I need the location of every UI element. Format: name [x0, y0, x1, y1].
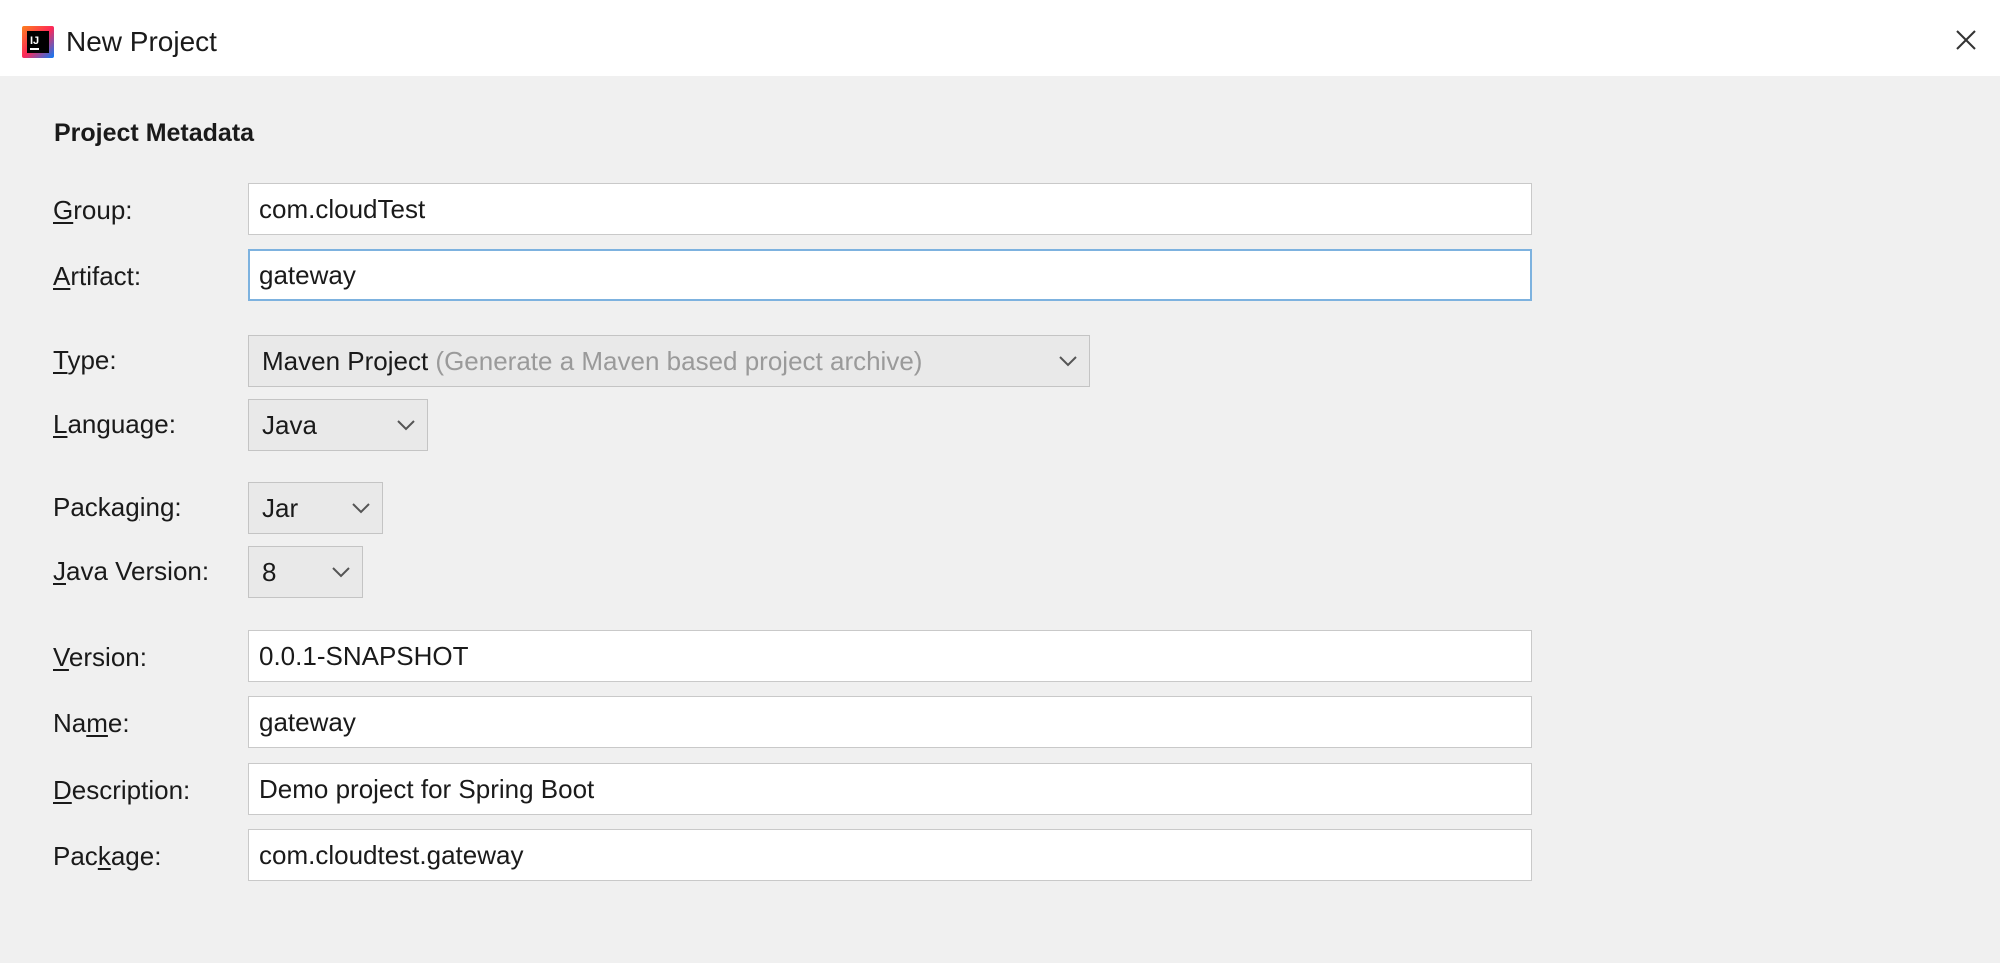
- name-label-mnemonic: m: [86, 708, 108, 738]
- language-label-text: anguage:: [67, 409, 176, 439]
- description-label: Description:: [53, 773, 190, 807]
- title-bar: IJ New Project: [0, 0, 2000, 76]
- artifact-field[interactable]: [248, 249, 1532, 301]
- language-label: Language:: [53, 407, 176, 441]
- package-label-before: Pac: [53, 841, 98, 871]
- close-icon[interactable]: [1948, 22, 1984, 58]
- packaging-select[interactable]: Jar: [248, 482, 383, 534]
- type-select-hint: (Generate a Maven based project archive): [435, 346, 923, 376]
- language-select-value: Java: [262, 410, 317, 440]
- type-label-mnemonic: T: [53, 345, 68, 375]
- packaging-label: Packaging:: [53, 490, 182, 524]
- package-field[interactable]: [248, 829, 1532, 881]
- packaging-label-before: Packa: [53, 492, 126, 522]
- chevron-down-icon: [1059, 356, 1077, 367]
- java-version-label-text: ava Version:: [66, 556, 210, 586]
- description-label-text: escription:: [71, 775, 191, 805]
- language-select[interactable]: Java: [248, 399, 428, 451]
- java-version-select[interactable]: 8: [248, 546, 363, 598]
- version-field[interactable]: [248, 630, 1532, 682]
- java-version-label: Java Version:: [53, 554, 209, 588]
- chevron-down-icon: [332, 567, 350, 578]
- packaging-select-value: Jar: [262, 493, 299, 523]
- intellij-idea-icon: IJ: [22, 26, 54, 58]
- version-label-text: ersion:: [68, 642, 147, 672]
- description-field[interactable]: [248, 763, 1532, 815]
- window-title: New Project: [66, 26, 217, 57]
- name-label: Name:: [53, 706, 130, 740]
- type-select[interactable]: Maven Project (Generate a Maven based pr…: [248, 335, 1090, 387]
- new-project-dialog: IJ New Project Project Metadata Group: A…: [0, 0, 2000, 963]
- artifact-label: Artifact:: [53, 259, 141, 293]
- svg-text:IJ: IJ: [30, 35, 39, 47]
- language-label-mnemonic: L: [53, 409, 68, 439]
- chevron-down-icon: [397, 420, 415, 431]
- group-label-text: roup:: [73, 195, 133, 225]
- name-field[interactable]: [248, 696, 1532, 748]
- type-label-text: ype:: [67, 345, 117, 375]
- java-version-label-mnemonic: J: [53, 556, 66, 586]
- java-version-select-value: 8: [262, 557, 277, 587]
- type-select-value: Maven Project: [262, 346, 429, 376]
- version-label: Version:: [53, 640, 147, 674]
- section-title: Project Metadata: [54, 119, 255, 147]
- version-label-mnemonic: V: [53, 642, 69, 672]
- package-label-after: age:: [110, 841, 162, 871]
- description-label-mnemonic: D: [53, 775, 72, 805]
- name-label-after: e:: [107, 708, 130, 738]
- package-label: Package:: [53, 839, 161, 873]
- chevron-down-icon: [352, 503, 370, 514]
- artifact-label-text: rtifact:: [70, 261, 142, 291]
- type-label: Type:: [53, 343, 117, 377]
- group-label: Group:: [53, 193, 133, 227]
- package-label-mnemonic: k: [97, 841, 111, 871]
- group-field[interactable]: [248, 183, 1532, 235]
- artifact-label-mnemonic: A: [53, 261, 71, 291]
- group-label-mnemonic: G: [53, 195, 74, 225]
- packaging-label-after: ing:: [139, 492, 182, 522]
- packaging-label-mnemonic: g: [125, 492, 140, 522]
- name-label-before: Na: [53, 708, 87, 738]
